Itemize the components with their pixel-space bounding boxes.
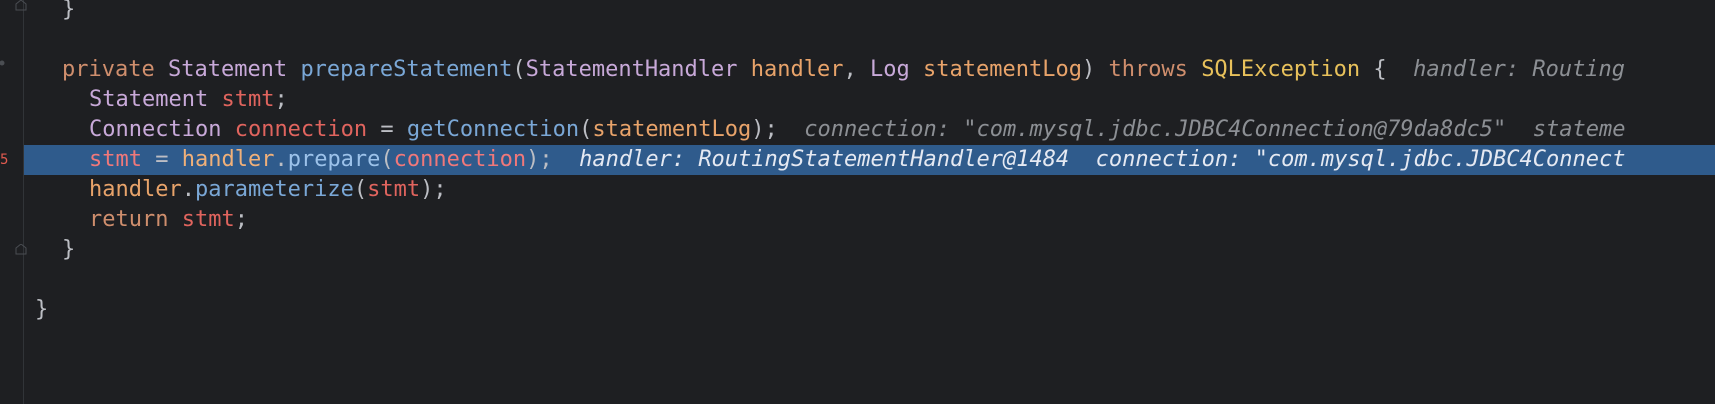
code-token: { xyxy=(1360,57,1414,82)
line-return-stmt: return stmt; xyxy=(89,205,248,235)
code-token: StatementHandler xyxy=(525,57,738,82)
code-token: ); xyxy=(526,147,580,172)
code-line[interactable]: private Statement prepareStatement(State… xyxy=(0,55,1715,85)
inlay-hint: connection: "com.mysql.jdbc.JDBC4Connect… xyxy=(804,117,1626,142)
code-token: stmt xyxy=(367,177,421,202)
current-execution-line[interactable]: stmt = handler.prepare(connection); hand… xyxy=(24,145,1715,175)
code-line[interactable]: Statement stmt; xyxy=(0,85,1715,115)
code-token: } xyxy=(62,237,76,262)
code-editor[interactable]: } private Statement prepareStatement(Sta… xyxy=(0,0,1715,404)
code-token: throws xyxy=(1108,57,1188,82)
code-token: return xyxy=(89,207,169,232)
code-token: Log xyxy=(870,57,910,82)
code-token: getConnection xyxy=(406,117,580,142)
code-token: ( xyxy=(579,117,593,142)
code-token: statementLog xyxy=(923,57,1082,82)
line-close-brace-2: } xyxy=(62,235,75,265)
line-parameterize-call: handler.parameterize(stmt); xyxy=(89,175,447,205)
code-token: stmt xyxy=(89,147,142,172)
code-token: parameterize xyxy=(194,177,354,202)
code-token: prepareStatement xyxy=(300,57,513,82)
code-token: stmt xyxy=(181,207,235,232)
code-line[interactable]: Connection connection = getConnection(st… xyxy=(0,115,1715,145)
code-token: stmt xyxy=(221,87,275,112)
code-token: ); xyxy=(751,117,805,142)
line-class-close-brace: } xyxy=(35,295,48,325)
code-token: ; xyxy=(274,87,288,112)
code-token: statementLog xyxy=(592,117,752,142)
code-token: Connection xyxy=(89,117,222,142)
code-token: . xyxy=(181,177,195,202)
line-method-signature: private Statement prepareStatement(State… xyxy=(62,55,1625,85)
code-token: , xyxy=(843,57,870,82)
code-token: private xyxy=(62,57,155,82)
code-token: } xyxy=(35,297,49,322)
code-token: = xyxy=(367,117,407,142)
line-current: stmt = handler.prepare(connection); hand… xyxy=(89,145,1625,175)
breakpoint-line-number[interactable]: 5 xyxy=(0,153,8,167)
code-token: handler xyxy=(89,177,182,202)
code-token: ( xyxy=(380,147,394,172)
code-token: handler xyxy=(181,147,275,172)
code-token: . xyxy=(274,147,288,172)
code-token: SQLException xyxy=(1201,57,1361,82)
code-token: = xyxy=(141,147,182,172)
code-token: connection xyxy=(393,147,527,172)
line-close-brace-1: } xyxy=(62,0,75,25)
code-token: Statement xyxy=(89,87,209,112)
code-token: connection xyxy=(234,117,368,142)
code-token: ( xyxy=(512,57,526,82)
code-token: ( xyxy=(353,177,368,202)
inlay-hint: handler: RoutingStatementHandler@1484 co… xyxy=(579,147,1626,172)
code-line[interactable]: } xyxy=(0,235,1715,265)
line-connection-decl: Connection connection = getConnection(st… xyxy=(89,115,1625,145)
code-line[interactable]: return stmt; xyxy=(0,205,1715,235)
line-stmt-decl: Statement stmt; xyxy=(89,85,288,115)
code-token: ) xyxy=(1081,57,1109,82)
code-token: prepare xyxy=(287,147,381,172)
code-token: handler xyxy=(750,57,844,82)
code-line[interactable]: } xyxy=(0,0,1715,25)
code-token: } xyxy=(62,0,76,22)
inlay-hint: handler: Routing xyxy=(1413,57,1626,82)
code-token: ; xyxy=(234,207,248,232)
code-line[interactable]: } xyxy=(0,295,1715,325)
code-line[interactable]: handler.parameterize(stmt); xyxy=(0,175,1715,205)
code-token: Statement xyxy=(167,57,288,82)
code-token: ); xyxy=(420,177,447,202)
